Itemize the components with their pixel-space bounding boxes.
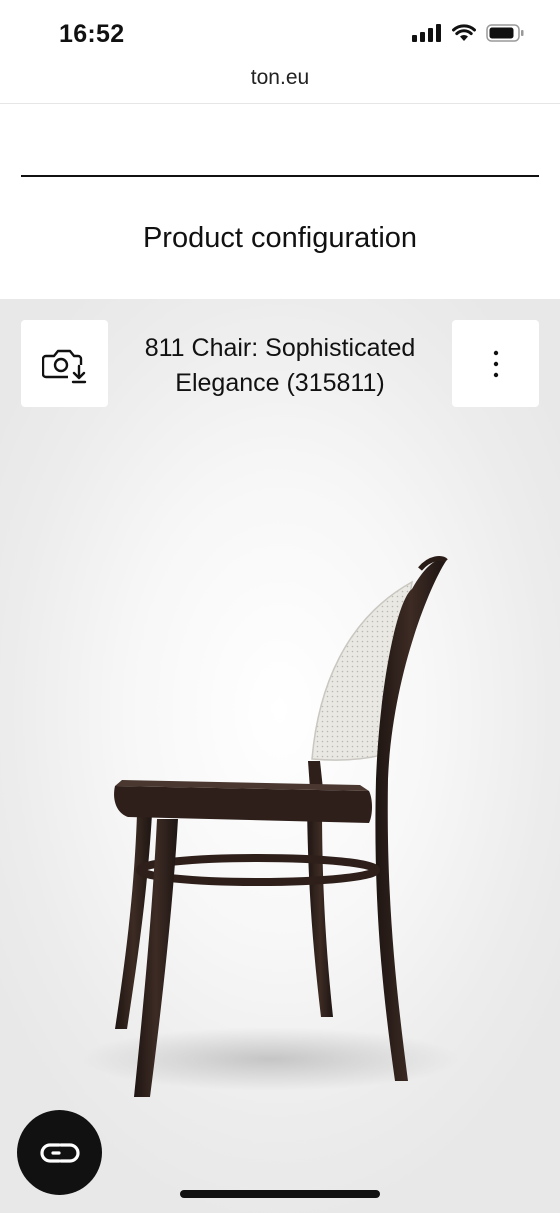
battery-icon <box>486 24 524 42</box>
cellular-signal-icon <box>412 24 441 42</box>
ar-view-button[interactable] <box>17 1110 102 1195</box>
product-viewer[interactable]: 811 Chair: Sophisticated Elegance (31581… <box>0 299 560 1213</box>
home-indicator <box>180 1190 380 1198</box>
ar-view-icon <box>39 1142 80 1163</box>
page-title: Product configuration <box>142 222 418 254</box>
more-vertical-icon <box>493 350 498 377</box>
status-icons <box>412 24 524 42</box>
snapshot-button[interactable] <box>21 320 108 407</box>
browser-url[interactable]: ton.eu <box>0 66 560 90</box>
camera-download-icon <box>41 349 86 383</box>
product-name: 811 Chair: Sophisticated Elegance (31581… <box>144 334 416 397</box>
more-options-button[interactable] <box>452 320 539 407</box>
wifi-icon <box>452 24 476 41</box>
status-bar: 16:52 ton.eu <box>0 0 560 89</box>
status-time: 16:52 <box>59 20 125 48</box>
header-rule <box>21 175 539 177</box>
browser-bar-divider <box>0 103 560 104</box>
product-3d-render[interactable] <box>0 299 560 1213</box>
